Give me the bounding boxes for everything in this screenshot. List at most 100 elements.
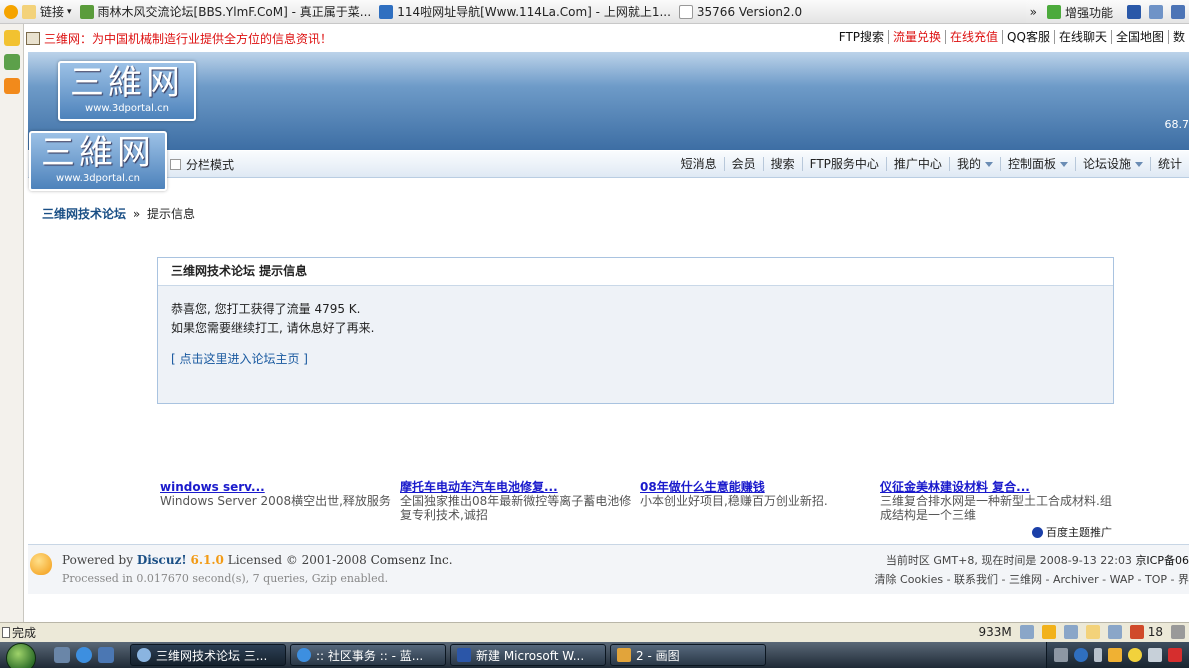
nav-stats[interactable]: 统计 bbox=[1149, 157, 1189, 171]
nav-ftp-center-label: FTP服务中心 bbox=[809, 157, 879, 171]
chevron-down-icon bbox=[1059, 161, 1068, 167]
enhance-button[interactable]: 增强功能 bbox=[1065, 4, 1113, 21]
ad-desc: 小本创业好项目,稳赚百万创业新招. bbox=[640, 494, 828, 508]
nav-search[interactable]: 搜索 bbox=[762, 157, 802, 171]
links-menu[interactable]: 链接 ▾ bbox=[0, 3, 76, 20]
breadcrumb: 三维网技术论坛 » 提示信息 bbox=[42, 205, 195, 222]
rss-icon[interactable] bbox=[4, 78, 20, 94]
chevron-icon[interactable]: » bbox=[1030, 5, 1037, 19]
chevron-down-icon bbox=[984, 161, 993, 167]
site-logo-top[interactable]: 三維网 www.3dportal.cn bbox=[58, 61, 196, 121]
header-banner: 三維网 www.3dportal.cn 68.7 bbox=[28, 52, 1189, 150]
tray-expand-icon[interactable] bbox=[1094, 648, 1102, 662]
baidu-promo-link[interactable]: 百度主题推广 bbox=[1032, 524, 1112, 540]
forum-home-link[interactable]: [ 点击这里进入论坛主页 ] bbox=[171, 350, 308, 369]
site-info-bar: 三维网：为中国机械制造行业提供全方位的信息资讯！ FTP搜索 流量兑换 在线充值… bbox=[24, 27, 1189, 49]
nav-mine[interactable]: 我的 bbox=[948, 157, 1000, 171]
lightbulb-icon bbox=[30, 553, 52, 575]
qq-service-link[interactable]: QQ客服 bbox=[1002, 30, 1054, 44]
keyboard-icon[interactable] bbox=[1054, 648, 1068, 662]
national-map-link[interactable]: 全国地图 bbox=[1110, 30, 1168, 44]
link-114la[interactable]: 114啦网址导航[Www.114La.Com] - 上网就上1... bbox=[375, 3, 675, 20]
message-title: 三维网技术论坛 提示信息 bbox=[158, 258, 1113, 286]
windows-logo-icon bbox=[6, 643, 36, 668]
message-body: 恭喜您, 您打工获得了流量 4795 K. 如果您需要继续打工, 请休息好了再来… bbox=[158, 286, 1113, 383]
link-35766-label: 35766 Version2.0 bbox=[696, 4, 803, 19]
contacts-icon[interactable] bbox=[4, 54, 20, 70]
logo-text: 三維网 bbox=[41, 133, 155, 173]
footer-links[interactable]: 清除 Cookies - 联系我们 - 三维网 - Archiver - WAP… bbox=[875, 571, 1189, 587]
print-icon[interactable] bbox=[1063, 625, 1078, 639]
tool-icon[interactable] bbox=[1171, 625, 1185, 639]
task-paint[interactable]: 2 - 画图 bbox=[610, 644, 766, 666]
online-recharge-link[interactable]: 在线充值 bbox=[945, 30, 1002, 44]
task-community[interactable]: :: 社区事务 :: - 蓝... bbox=[290, 644, 446, 666]
nav-stats-label: 统计 bbox=[1157, 157, 1182, 171]
help-icon[interactable] bbox=[1074, 648, 1088, 662]
powered-by: Powered by Discuz! 6.1.0 Licensed © 2001… bbox=[62, 553, 453, 567]
switch-windows-icon[interactable] bbox=[98, 647, 114, 663]
start-button[interactable] bbox=[0, 642, 44, 668]
lightning-icon[interactable] bbox=[1041, 625, 1056, 639]
window-icon[interactable] bbox=[1171, 5, 1185, 19]
ad-title[interactable]: 08年做什么生意能赚钱 bbox=[640, 480, 875, 494]
link-35766[interactable]: 35766 Version2.0 bbox=[675, 4, 806, 19]
antivirus-icon[interactable] bbox=[1168, 648, 1182, 662]
ad-title[interactable]: windows serv... bbox=[160, 480, 395, 494]
ad-item: 仪征金美林建设材料 复合... 三维复合排水网是一种新型土工合成材料.组成结构是… bbox=[880, 480, 1115, 522]
split-mode-toggle[interactable]: 分栏模式 bbox=[170, 156, 234, 173]
nav-messages[interactable]: 短消息 bbox=[674, 157, 724, 171]
online-chat-link[interactable]: 在线聊天 bbox=[1053, 30, 1111, 44]
dropdown-icon: ▾ bbox=[67, 6, 72, 17]
nav-members-label: 会员 bbox=[731, 157, 756, 171]
nav-control-panel[interactable]: 控制面板 bbox=[999, 157, 1075, 171]
flag-icon[interactable] bbox=[1127, 5, 1141, 19]
discuz-link[interactable]: Discuz! bbox=[137, 553, 187, 567]
eraser-icon[interactable] bbox=[1107, 625, 1122, 639]
nav-messages-label: 短消息 bbox=[680, 157, 717, 171]
ie-icon[interactable] bbox=[76, 647, 92, 663]
links-toolbar: 链接 ▾ 雨林木风交流论坛[BBS.YlmF.CoM] - 真正属于菜... 1… bbox=[0, 0, 1189, 24]
message-line-2: 如果您需要继续打工, 请休息好了再来. bbox=[171, 321, 375, 335]
calendar-icon[interactable] bbox=[1129, 625, 1144, 639]
split-mode-checkbox[interactable] bbox=[170, 159, 181, 170]
logo-text: 三維网 bbox=[70, 63, 184, 103]
favorites-heart-icon bbox=[4, 4, 18, 19]
volume-icon[interactable] bbox=[1148, 648, 1162, 662]
comsenz-link[interactable]: Comsenz Inc. bbox=[371, 553, 453, 567]
ftp-search-link[interactable]: FTP搜索 bbox=[835, 30, 888, 44]
breadcrumb-separator: » bbox=[132, 207, 141, 221]
breadcrumb-home[interactable]: 三维网技术论坛 bbox=[42, 207, 126, 221]
ad-title[interactable]: 仪征金美林建设材料 复合... bbox=[880, 480, 1115, 494]
traffic-exchange-link[interactable]: 流量兑换 bbox=[888, 30, 945, 44]
status-text: 完成 bbox=[12, 626, 37, 640]
timezone-info: 当前时区 GMT+8, 现在时间是 2008-9-13 22:03 京ICP备0… bbox=[886, 552, 1189, 568]
more-link[interactable]: 数 bbox=[1167, 30, 1189, 44]
grid-icon[interactable] bbox=[1149, 5, 1163, 19]
task-forum[interactable]: 三维网技术论坛 三... bbox=[130, 644, 286, 666]
split-mode-label: 分栏模式 bbox=[186, 158, 235, 172]
show-desktop-icon[interactable] bbox=[54, 647, 70, 663]
nav-promotion[interactable]: 推广中心 bbox=[885, 157, 949, 171]
qq-icon[interactable] bbox=[1128, 648, 1142, 662]
icp-link[interactable]: 京ICP备06 bbox=[1135, 554, 1189, 567]
nav-ftp-center[interactable]: FTP服务中心 bbox=[801, 157, 886, 171]
message-line-1: 恭喜您, 您打工获得了流量 4795 K. bbox=[171, 302, 361, 316]
link-ylmf[interactable]: 雨林木风交流论坛[BBS.YlmF.CoM] - 真正属于菜... bbox=[76, 3, 376, 20]
ad-title[interactable]: 摩托车电动车汽车电池修复... bbox=[400, 480, 635, 494]
folder-icon[interactable] bbox=[1085, 625, 1100, 639]
nav-members[interactable]: 会员 bbox=[723, 157, 763, 171]
download-icon[interactable] bbox=[1019, 625, 1034, 639]
network-icon[interactable] bbox=[1108, 648, 1122, 662]
ie-icon bbox=[297, 648, 311, 662]
star-icon[interactable] bbox=[4, 30, 20, 46]
nav-mine-label: 我的 bbox=[956, 157, 981, 171]
browser-status-bar: 完成 933M 18 bbox=[0, 622, 1189, 642]
home-icon[interactable] bbox=[26, 31, 40, 45]
powered-prefix: Powered by bbox=[62, 553, 133, 567]
nav-facilities[interactable]: 论坛设施 bbox=[1074, 157, 1150, 171]
task-word[interactable]: 新建 Microsoft W... bbox=[450, 644, 606, 666]
site-logo[interactable]: 三維网 www.3dportal.cn bbox=[29, 131, 167, 191]
plant-icon bbox=[79, 4, 94, 19]
logo-url: www.3dportal.cn bbox=[85, 103, 169, 114]
